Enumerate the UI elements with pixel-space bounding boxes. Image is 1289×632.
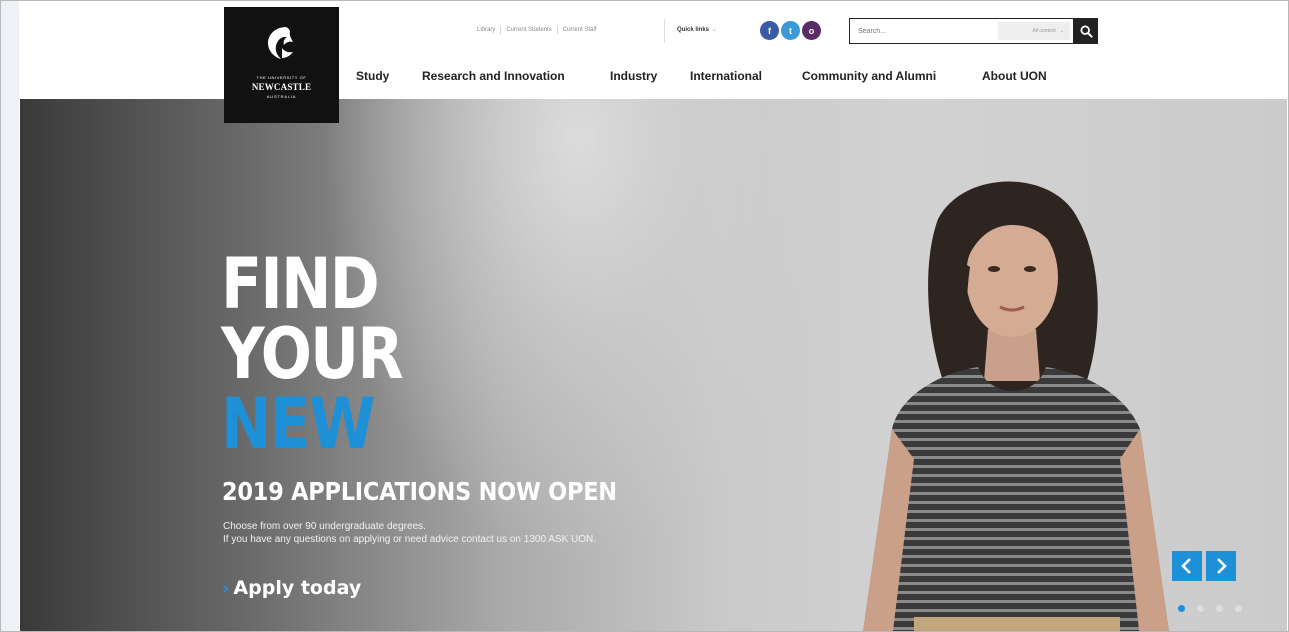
nav-item-community-and-alumni[interactable]: Community and Alumni: [802, 69, 936, 83]
carousel-pagination: [1178, 605, 1242, 612]
utility-link-current-staff[interactable]: Current Staff: [558, 26, 602, 34]
logo-text-top: THE UNIVERSITY OF: [256, 75, 307, 80]
hero-subheading: 2019 APPLICATIONS NOW OPEN: [222, 477, 617, 506]
logo-text-country: AUSTRALIA: [266, 94, 297, 99]
utility-link-library[interactable]: Library: [472, 26, 502, 34]
search-scope-value: All content: [1032, 28, 1056, 34]
hero-description-line-1: Choose from over 90 undergraduate degree…: [223, 521, 426, 532]
search-button[interactable]: [1074, 18, 1098, 44]
nav-item-about-uon[interactable]: About UON: [982, 69, 1047, 83]
nav-item-study[interactable]: Study: [356, 69, 389, 83]
chevron-right-icon: [1217, 558, 1227, 574]
search-input[interactable]: [850, 19, 995, 43]
seahorse-logo-icon: [268, 27, 293, 59]
hero-banner: FIND YOUR NEW 2019 APPLICATIONS NOW OPEN…: [20, 99, 1287, 631]
apply-today-label: Apply today: [233, 577, 362, 599]
quick-links-dropdown[interactable]: Quick links ⌄: [677, 26, 717, 33]
hero-headline-line-3: NEW: [221, 383, 375, 465]
carousel-dot-4[interactable]: [1235, 605, 1242, 612]
search-icon: [1079, 24, 1093, 38]
quick-links-label: Quick links: [677, 27, 710, 33]
carousel-dot-1[interactable]: [1178, 605, 1185, 612]
carousel-next-button[interactable]: [1206, 551, 1236, 581]
website: Library Current Students Current Staff Q…: [20, 1, 1287, 631]
nav-item-industry[interactable]: Industry: [610, 69, 657, 83]
facebook-icon[interactable]: f: [760, 21, 779, 40]
instagram-icon[interactable]: o: [802, 21, 821, 40]
twitter-icon[interactable]: t: [781, 21, 800, 40]
chevron-left-icon: [1181, 558, 1191, 574]
divider: [664, 19, 665, 43]
hero-photo-person: [863, 181, 1169, 631]
chevron-down-icon: ⌄: [712, 27, 718, 33]
nav-item-international[interactable]: International: [690, 69, 762, 83]
carousel-dot-2[interactable]: [1197, 605, 1204, 612]
search-box: All content⌄: [849, 18, 1074, 44]
window-edge: [1, 1, 19, 631]
university-logo[interactable]: THE UNIVERSITY OF NEWCASTLE AUSTRALIA: [224, 7, 339, 123]
site-header: Library Current Students Current Staff Q…: [20, 1, 1287, 99]
chevron-right-icon: ›: [222, 577, 230, 599]
carousel-dot-3[interactable]: [1216, 605, 1223, 612]
search-scope-select[interactable]: All content ⌄: [998, 22, 1070, 40]
utility-link-current-students[interactable]: Current Students: [501, 26, 558, 34]
hero-headline-line-1: FIND: [221, 243, 380, 325]
chevron-down-icon: ⌄: [1059, 28, 1064, 34]
utility-links: Library Current Students Current Staff: [472, 26, 602, 34]
nav-item-research-and-innovation[interactable]: Research and Innovation: [422, 69, 565, 83]
hero-headline-line-2: YOUR: [221, 313, 404, 395]
hero-description-line-2: If you have any questions on applying or…: [223, 534, 597, 545]
apply-today-link[interactable]: › Apply today: [222, 577, 361, 599]
carousel-prev-button[interactable]: [1172, 551, 1202, 581]
logo-text-name: NEWCASTLE: [251, 82, 312, 92]
